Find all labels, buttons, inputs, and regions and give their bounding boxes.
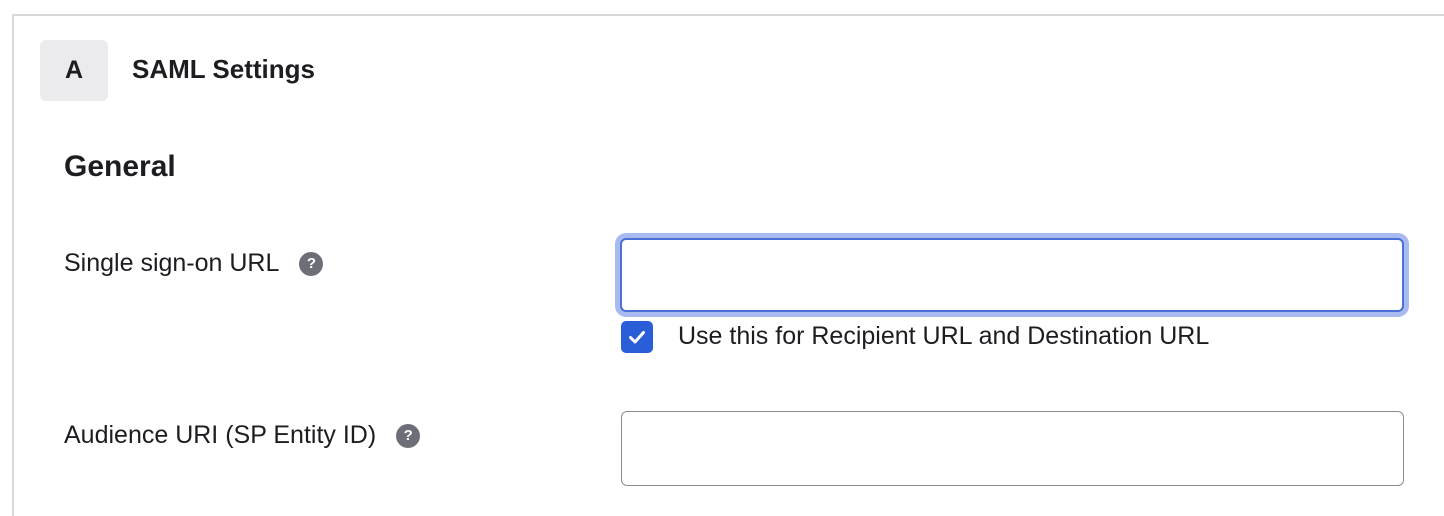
- audience-uri-label-row: Audience URI (SP Entity ID) ?: [64, 421, 421, 450]
- audience-uri-label: Audience URI (SP Entity ID): [64, 421, 377, 449]
- question-circle-icon[interactable]: ?: [299, 251, 324, 276]
- step-badge: A: [40, 40, 108, 101]
- question-circle-icon[interactable]: ?: [396, 423, 421, 448]
- sso-url-label-row: Single sign-on URL ?: [64, 249, 324, 278]
- sso-url-label: Single sign-on URL: [64, 249, 280, 277]
- recipient-destination-checkbox[interactable]: [621, 321, 653, 353]
- recipient-destination-checkbox-label[interactable]: Use this for Recipient URL and Destinati…: [678, 322, 1209, 351]
- sso-url-input[interactable]: [620, 238, 1404, 312]
- audience-uri-input[interactable]: [621, 411, 1404, 486]
- checkmark-icon: [629, 331, 645, 344]
- saml-settings-panel: A SAML Settings General Single sign-on U…: [12, 14, 1444, 516]
- section-heading-general: General: [64, 150, 176, 183]
- step-title: SAML Settings: [132, 54, 315, 84]
